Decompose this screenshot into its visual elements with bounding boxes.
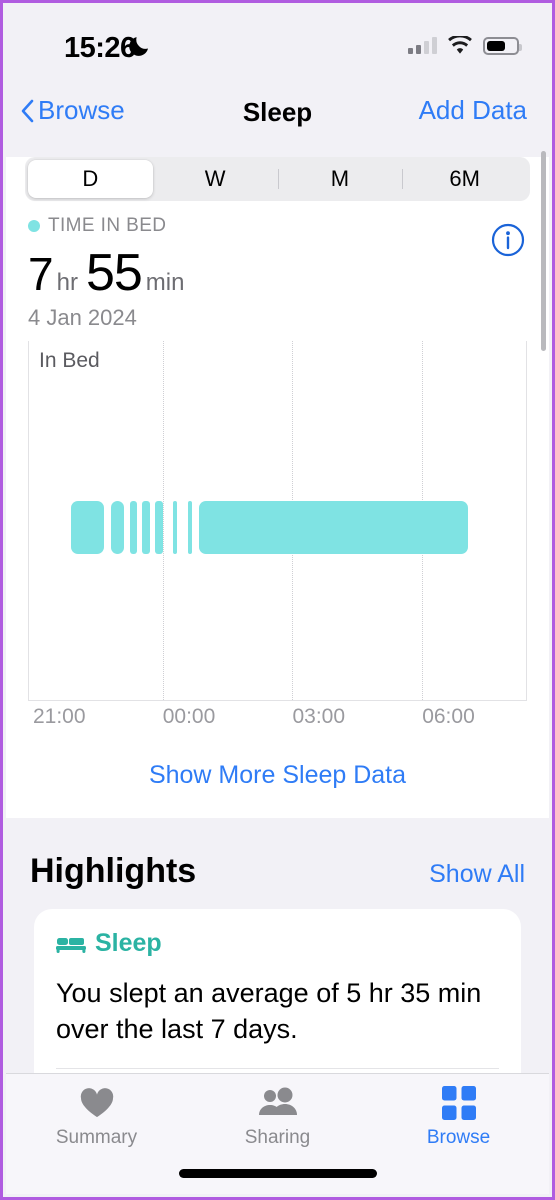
wifi-icon	[448, 36, 472, 54]
chart-bar-segment	[110, 500, 125, 554]
chart-bar-segment	[71, 500, 105, 554]
sleep-chart[interactable]: In Bed 21:00 00:00 03:00 06:00	[28, 341, 527, 735]
metric-legend-label: TIME IN BED	[48, 215, 167, 236]
metric-hours-unit: hr	[56, 269, 78, 296]
chart-bar-segment	[198, 500, 469, 554]
info-circle-icon[interactable]	[491, 223, 525, 257]
segment-option-6month[interactable]: 6M	[402, 160, 527, 198]
tab-summary-label: Summary	[55, 1127, 138, 1148]
moon-icon	[129, 37, 148, 56]
sleep-chart-card: D W M 6M TIME IN BED 7 hr 55 min 4 Jan 2…	[6, 157, 549, 818]
time-range-segmented-control[interactable]: D W M 6M	[25, 157, 530, 201]
tab-summary[interactable]: Summary	[6, 1074, 187, 1158]
highlights-header: Highlights Show All	[6, 818, 549, 891]
metric-minutes-unit: min	[145, 269, 185, 296]
navigation-bar: Browse Sleep Add Data	[6, 81, 549, 143]
chart-bar-segment	[188, 500, 192, 554]
metric-date: 4 Jan 2024	[28, 305, 137, 330]
add-data-button[interactable]: Add Data	[419, 95, 527, 126]
heart-icon	[79, 1086, 115, 1120]
segment-option-month[interactable]: M	[277, 160, 403, 198]
chart-x-axis: 21:00 00:00 03:00 06:00	[28, 701, 527, 735]
metric-summary: TIME IN BED 7 hr 55 min 4 Jan 2024	[6, 215, 549, 331]
metric-hours: 7	[28, 248, 54, 300]
chart-plot-area: In Bed	[28, 341, 527, 701]
show-more-sleep-data-link[interactable]: Show More Sleep Data	[6, 735, 549, 818]
tab-bar: Summary Sharing Browse	[6, 1073, 549, 1194]
battery-icon	[483, 36, 522, 55]
status-bar-time: 15:26	[64, 32, 136, 64]
home-indicator	[178, 1169, 377, 1178]
highlight-category-label: Sleep	[95, 929, 162, 957]
chart-x-tick-label: 03:00	[292, 705, 346, 728]
chart-y-label: In Bed	[39, 349, 100, 372]
highlight-category: Sleep	[56, 929, 499, 958]
phone-screen: 15:26 Browse Sleep Add Data D W M 6M TIM…	[0, 0, 555, 1200]
metric-minutes: 55	[85, 244, 143, 302]
segment-option-week[interactable]: W	[153, 160, 278, 198]
status-bar-indicators	[408, 36, 522, 55]
cellular-signal-icon	[408, 37, 437, 54]
tab-sharing[interactable]: Sharing	[187, 1074, 368, 1158]
chart-gridline	[163, 341, 165, 700]
tab-browse-label: Browse	[426, 1127, 491, 1148]
people-icon	[257, 1086, 299, 1120]
metric-legend: TIME IN BED	[28, 215, 527, 237]
chart-x-tick-label: 00:00	[162, 705, 216, 728]
chart-bar-segment	[173, 500, 177, 554]
highlights-title: Highlights	[30, 852, 197, 890]
chart-bar-segment	[155, 500, 163, 554]
bed-icon	[56, 937, 86, 953]
grid-icon	[441, 1086, 476, 1120]
highlight-text: You slept an average of 5 hr 35 min over…	[56, 978, 482, 1044]
tab-browse[interactable]: Browse	[368, 1074, 549, 1158]
chart-x-tick-label: 21:00	[32, 705, 86, 728]
segment-option-day[interactable]: D	[28, 160, 153, 198]
tab-sharing-label: Sharing	[244, 1127, 311, 1148]
legend-dot-icon	[28, 220, 40, 232]
metric-value: 7 hr 55 min	[28, 243, 527, 303]
chart-bar-segment	[129, 500, 138, 554]
status-bar: 15:26	[6, 6, 549, 81]
chart-x-tick-label: 06:00	[422, 705, 475, 728]
show-all-button[interactable]: Show All	[429, 860, 525, 889]
chart-bar-segment	[142, 500, 150, 554]
scroll-content: D W M 6M TIME IN BED 7 hr 55 min 4 Jan 2…	[6, 143, 549, 1194]
